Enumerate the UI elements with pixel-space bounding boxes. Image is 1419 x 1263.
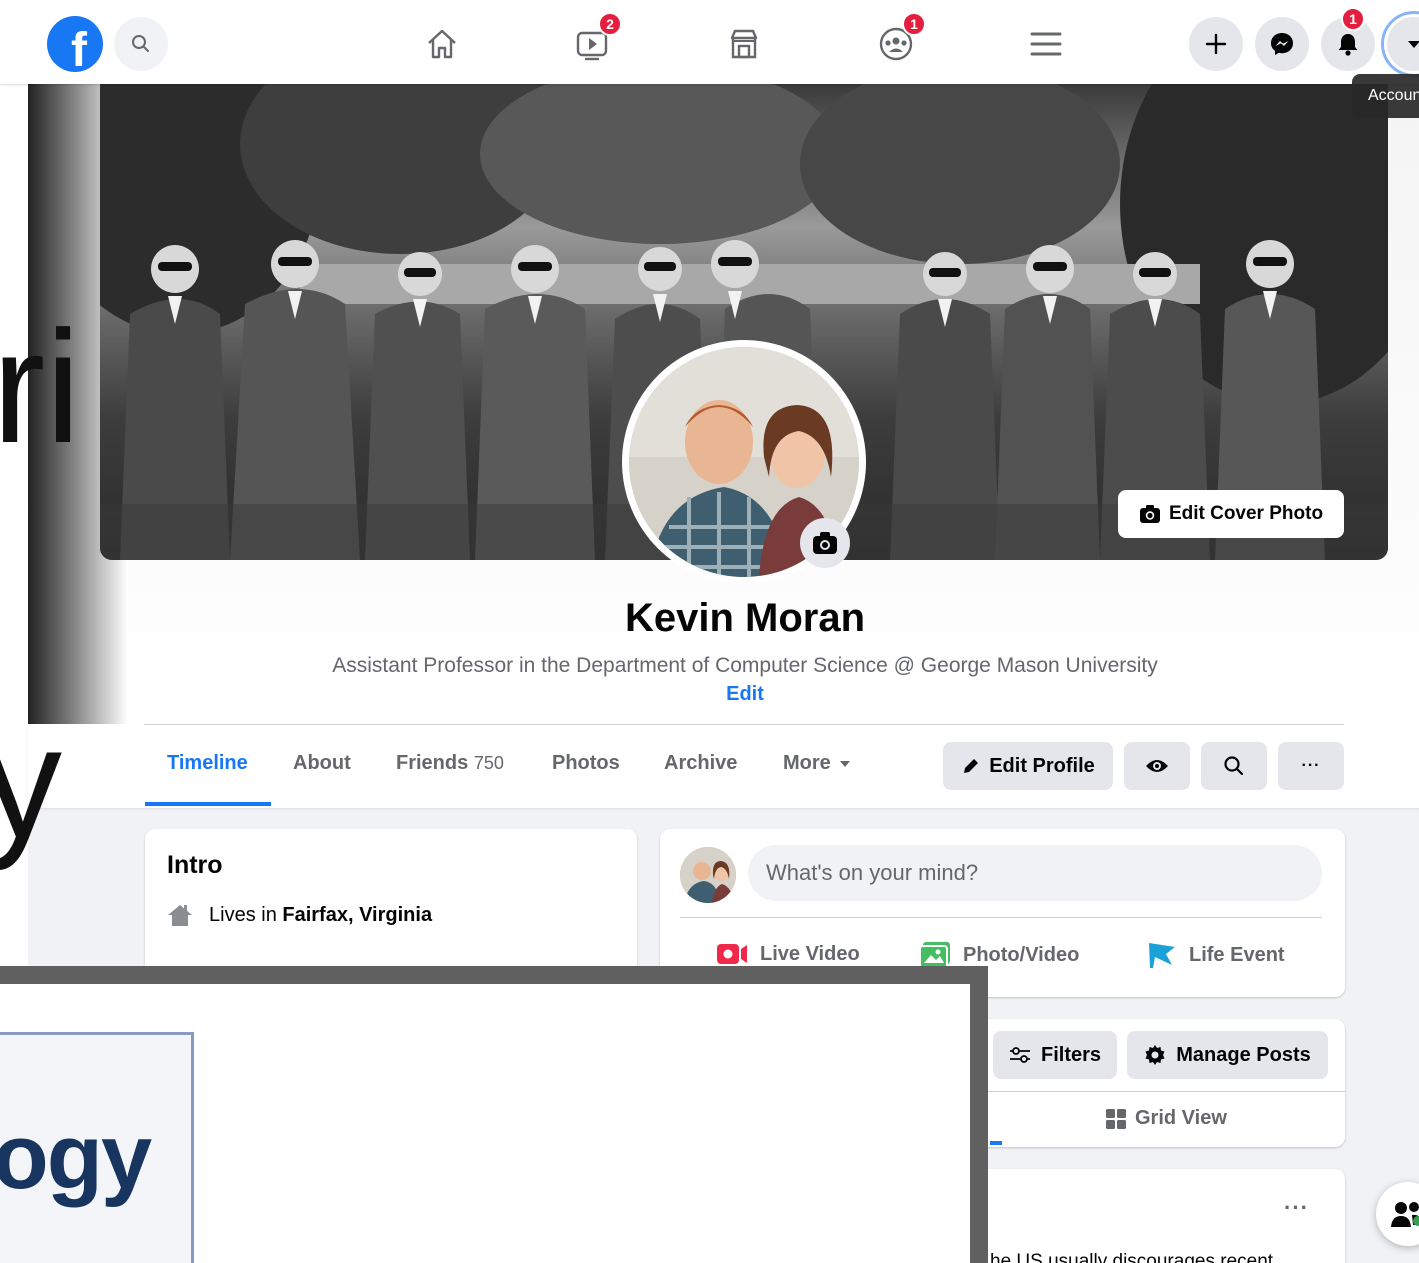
facebook-logo[interactable]: f xyxy=(47,16,103,72)
lives-in-place[interactable]: Fairfax, Virginia xyxy=(282,904,432,926)
post-options-button[interactable]: ··· xyxy=(1284,1195,1309,1221)
post-text: he US usually discourages recent xyxy=(990,1251,1274,1263)
contacts-button[interactable] xyxy=(1376,1182,1419,1246)
more-options-button[interactable]: ··· xyxy=(1278,742,1344,790)
search-icon xyxy=(1224,756,1244,776)
hamburger-menu-icon xyxy=(1030,32,1062,56)
watch-tab[interactable]: 2 xyxy=(566,12,622,70)
grid-icon xyxy=(1106,1108,1126,1129)
photo-video-label: Photo/Video xyxy=(963,943,1080,966)
sliders-icon xyxy=(1009,1047,1030,1063)
overlay-slide-content: logy xyxy=(0,984,970,1263)
messenger-icon xyxy=(1271,33,1293,55)
intro-title: Intro xyxy=(167,851,223,879)
edit-bio-link[interactable]: Edit xyxy=(0,683,1419,706)
tab-timeline[interactable]: Timeline xyxy=(167,752,248,775)
overlay-slide-frame: logy xyxy=(0,966,988,1263)
notifications-button[interactable]: 1 xyxy=(1321,7,1375,71)
top-navigation-bar: f 2 1 1 xyxy=(0,0,1419,84)
camera-icon xyxy=(1139,505,1160,523)
tab-about[interactable]: About xyxy=(293,752,351,775)
caret-down-icon xyxy=(839,760,850,767)
manage-posts-button[interactable]: Manage Posts xyxy=(1127,1031,1328,1079)
marketplace-icon xyxy=(730,29,758,59)
camera-icon xyxy=(813,532,837,554)
home-tab[interactable] xyxy=(416,18,468,70)
profile-name: Kevin Moran xyxy=(624,596,866,640)
list-view-indicator xyxy=(990,1141,1002,1145)
pencil-icon xyxy=(964,759,979,773)
filters-label: Filters xyxy=(1040,1043,1102,1066)
flag-icon xyxy=(1149,943,1175,968)
more-options-dots: ··· xyxy=(1301,757,1321,774)
edit-cover-label: Edit Cover Photo xyxy=(1168,503,1324,524)
manage-posts-label: Manage Posts xyxy=(1176,1043,1311,1066)
groups-tab[interactable]: 1 xyxy=(870,12,926,70)
composer-avatar[interactable] xyxy=(680,847,736,903)
overlay-logo-text: logy xyxy=(0,1106,152,1208)
search-icon xyxy=(132,35,149,52)
tab-bar-divider xyxy=(144,724,1344,725)
plus-icon xyxy=(1205,33,1227,55)
active-tab-indicator xyxy=(145,802,271,806)
marketplace-tab[interactable] xyxy=(718,18,770,70)
caret-down-icon xyxy=(1408,41,1419,48)
messenger-button[interactable] xyxy=(1255,17,1309,71)
grid-view-label: Grid View xyxy=(1135,1107,1227,1129)
live-video-icon xyxy=(717,944,747,964)
tab-archive[interactable]: Archive xyxy=(664,752,737,775)
life-event-button[interactable]: Life Event xyxy=(1147,941,1285,969)
contacts-icon xyxy=(1391,1202,1419,1227)
menu-tab[interactable] xyxy=(1020,18,1072,70)
tab-friends-label: Friends xyxy=(396,752,469,774)
tab-friends[interactable]: Friends 750 xyxy=(396,752,504,775)
whats-on-your-mind-input[interactable]: What's on your mind? xyxy=(748,845,1322,901)
intro-card: Intro Lives in Fairfax, Virginia xyxy=(145,829,637,979)
overlay-logo-image: logy xyxy=(0,1032,194,1263)
home-icon xyxy=(168,905,192,926)
account-button[interactable] xyxy=(1381,11,1419,77)
stray-text-bottom: y xyxy=(0,692,62,871)
view-as-button[interactable] xyxy=(1124,742,1190,790)
search-profile-button[interactable] xyxy=(1201,742,1267,790)
eye-icon xyxy=(1146,760,1168,772)
filters-button[interactable]: Filters xyxy=(993,1031,1117,1079)
photo-video-button[interactable]: Photo/Video xyxy=(919,941,1079,969)
update-profile-picture-button[interactable] xyxy=(800,518,850,568)
stray-text-top: ri xyxy=(0,297,81,476)
live-video-button[interactable]: Live Video xyxy=(716,941,860,967)
tab-more-label: More xyxy=(783,752,831,774)
intro-lives-in: Lives in Fairfax, Virginia xyxy=(167,903,432,927)
bell-icon xyxy=(1338,34,1358,56)
composer-avatar-image xyxy=(680,847,736,903)
tab-more[interactable]: More xyxy=(783,752,851,775)
edit-cover-photo-button[interactable]: Edit Cover Photo xyxy=(1118,490,1344,538)
life-event-label: Life Event xyxy=(1189,943,1285,966)
profile-bio: Assistant Professor in the Department of… xyxy=(332,654,1158,677)
edit-profile-label: Edit Profile xyxy=(989,754,1095,777)
lives-in-prefix: Lives in xyxy=(209,903,283,926)
account-tooltip: Account xyxy=(1352,74,1419,118)
composer-divider xyxy=(680,917,1322,918)
watch-badge: 2 xyxy=(598,12,622,36)
groups-badge: 1 xyxy=(902,12,926,36)
create-button[interactable] xyxy=(1189,17,1243,71)
friends-count: 750 xyxy=(473,753,504,773)
live-video-label: Live Video xyxy=(760,942,860,965)
grid-view-tab[interactable]: Grid View xyxy=(1105,1107,1227,1130)
search-button[interactable] xyxy=(114,17,168,71)
home-icon xyxy=(428,29,456,59)
gear-icon xyxy=(1145,1045,1165,1065)
edit-profile-button[interactable]: Edit Profile xyxy=(943,742,1113,790)
notifications-badge: 1 xyxy=(1341,7,1365,31)
photo-video-icon xyxy=(919,942,950,969)
tab-photos[interactable]: Photos xyxy=(552,752,620,775)
